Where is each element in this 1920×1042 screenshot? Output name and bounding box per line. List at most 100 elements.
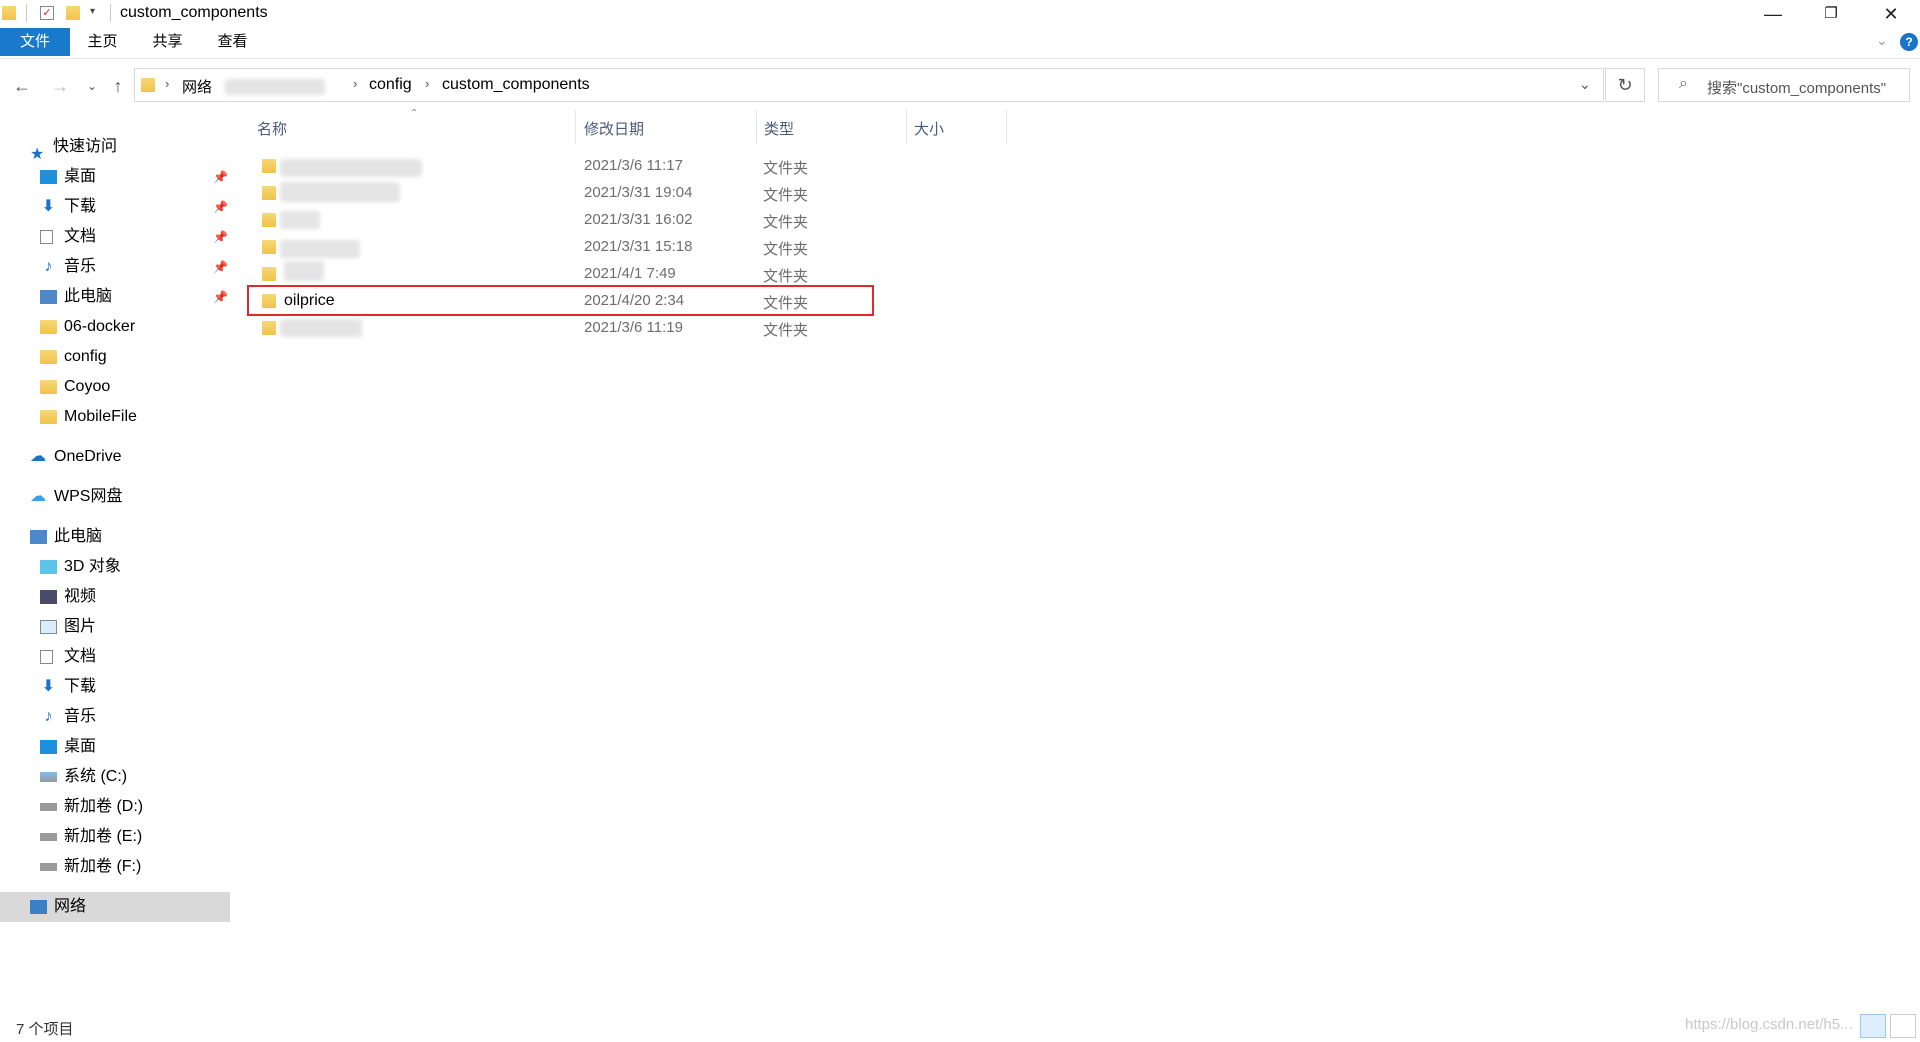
desktop-icon: [40, 739, 57, 754]
network-icon: [30, 899, 47, 914]
search-icon: ⌕: [1679, 75, 1688, 92]
folder-icon: [262, 213, 276, 227]
sidebar-item-desktop-pc[interactable]: 桌面: [40, 732, 96, 762]
sidebar-item-3d-objects[interactable]: 3D 对象: [40, 552, 121, 582]
search-placeholder: 搜索"custom_components": [1707, 80, 1887, 97]
sidebar-item-quick-access[interactable]: ★ 快速访问: [30, 132, 117, 163]
sidebar-item-wps[interactable]: ☁ WPS网盘: [30, 482, 122, 512]
refresh-button[interactable]: ↻: [1605, 68, 1645, 102]
chevron-right-icon[interactable]: ›: [165, 76, 169, 91]
music-icon: ♪: [44, 707, 53, 725]
file-row[interactable]: 2021/3/31 15:18 文件夹: [258, 234, 918, 261]
column-header-modified[interactable]: 修改日期: [584, 118, 644, 139]
sidebar-item-coyoo[interactable]: Coyoo: [40, 372, 110, 402]
3d-objects-icon: [40, 559, 57, 574]
document-icon: [40, 649, 53, 664]
sort-ascending-icon: ⌃: [410, 108, 419, 119]
chevron-right-icon[interactable]: ›: [353, 76, 357, 91]
chevron-down-icon[interactable]: ⌄: [1876, 32, 1888, 49]
pin-icon[interactable]: 📌: [213, 230, 228, 244]
window-title: custom_components: [120, 4, 268, 21]
sidebar-item-pictures[interactable]: 图片: [40, 612, 96, 642]
file-row[interactable]: 2021/3/6 11:19 文件夹: [258, 315, 918, 342]
sidebar-item-this-pc[interactable]: 此电脑: [30, 522, 102, 552]
sidebar-item-network[interactable]: 网络: [0, 892, 230, 922]
column-header-name[interactable]: 名称: [257, 118, 287, 139]
pin-icon[interactable]: 📌: [213, 290, 228, 304]
sidebar-item-drive-c[interactable]: 系统 (C:): [40, 762, 127, 792]
close-button[interactable]: ✕: [1862, 0, 1920, 28]
sidebar-item-documents[interactable]: 文档: [40, 222, 96, 252]
redacted-name: [280, 319, 362, 337]
large-icons-view-button[interactable]: [1890, 1014, 1916, 1038]
details-view-button[interactable]: [1860, 1014, 1886, 1038]
sidebar-item-downloads-pc[interactable]: ⬇ 下载: [40, 672, 96, 702]
drive-icon: [40, 832, 57, 841]
sidebar-item-desktop[interactable]: 桌面: [40, 162, 96, 192]
sidebar-item-downloads[interactable]: ⬇ 下载: [40, 192, 96, 222]
breadcrumb-custom-components[interactable]: custom_components: [442, 76, 590, 94]
new-folder-icon[interactable]: [66, 6, 80, 20]
file-type: 文件夹: [763, 160, 809, 177]
breadcrumb-config[interactable]: config: [369, 76, 412, 94]
chevron-right-icon[interactable]: ›: [425, 76, 429, 91]
address-bar[interactable]: › 网络 › config › custom_components ⌄: [134, 68, 1604, 102]
pin-icon[interactable]: 📌: [213, 200, 228, 214]
highlight-annotation: [247, 285, 874, 316]
address-dropdown-icon[interactable]: ⌄: [1579, 76, 1591, 93]
tab-file[interactable]: 文件: [0, 28, 70, 56]
folder-icon: [40, 349, 57, 364]
pin-icon[interactable]: 📌: [213, 260, 228, 274]
up-button[interactable]: ↑: [106, 74, 130, 98]
computer-icon: [30, 529, 47, 544]
folder-icon: [262, 186, 276, 200]
column-header-size[interactable]: 大小: [914, 118, 944, 139]
help-icon[interactable]: ?: [1900, 33, 1918, 51]
breadcrumb-network[interactable]: 网络: [182, 76, 212, 97]
file-modified: 2021/3/6 11:19: [584, 319, 683, 336]
sidebar-item-config[interactable]: config: [40, 342, 107, 372]
watermark: https://blog.csdn.net/h5...: [1685, 1016, 1853, 1033]
search-input[interactable]: ⌕ 搜索"custom_components": [1658, 68, 1910, 102]
column-divider[interactable]: [906, 110, 907, 144]
pin-icon[interactable]: 📌: [213, 170, 228, 184]
tab-view[interactable]: 查看: [200, 28, 265, 56]
sidebar-item-06-docker[interactable]: 06-docker: [40, 312, 135, 342]
recent-locations-button[interactable]: ⌄: [80, 74, 104, 98]
restore-button[interactable]: ❐: [1802, 0, 1860, 28]
column-divider[interactable]: [756, 110, 757, 144]
file-row[interactable]: 2021/3/6 11:17 文件夹: [258, 153, 918, 180]
sidebar-item-music-pc[interactable]: ♪ 音乐: [40, 702, 97, 732]
file-modified: 2021/3/31 19:04: [584, 184, 693, 201]
file-row[interactable]: 2021/4/1 7:49 文件夹: [258, 261, 918, 288]
column-header-type[interactable]: 类型: [764, 118, 794, 139]
sidebar-item-drive-d[interactable]: 新加卷 (D:): [40, 792, 143, 822]
sidebar-item-this-pc-quick[interactable]: 此电脑: [40, 282, 112, 312]
sidebar-item-mobilefile[interactable]: MobileFile: [40, 402, 137, 432]
sidebar-item-drive-f[interactable]: 新加卷 (F:): [40, 852, 141, 882]
sidebar-item-videos[interactable]: 视频: [40, 582, 96, 612]
redacted-path: [225, 79, 325, 95]
properties-icon[interactable]: ✓: [40, 6, 54, 20]
sidebar-item-documents-pc[interactable]: 文档: [40, 642, 96, 672]
tab-home[interactable]: 主页: [70, 28, 135, 56]
forward-button[interactable]: →: [48, 74, 72, 98]
file-type: 文件夹: [763, 268, 809, 285]
column-divider[interactable]: [1006, 110, 1007, 144]
sidebar-item-drive-e[interactable]: 新加卷 (E:): [40, 822, 142, 852]
back-button[interactable]: ←: [10, 74, 34, 98]
folder-icon: [141, 78, 155, 92]
navigation-pane: ★ 快速访问 桌面 📌 ⬇ 下载 📌 文档 📌 ♪ 音乐 📌 此电脑 📌 06-doc…: [0, 108, 232, 1018]
address-row: ← → ⌄ ↑ › 网络 › config › custom_component…: [0, 66, 1920, 106]
sidebar-item-onedrive[interactable]: ☁ OneDrive: [30, 442, 122, 472]
computer-icon: [40, 289, 57, 304]
sidebar-item-music[interactable]: ♪ 音乐: [40, 252, 97, 282]
file-modified: 2021/3/6 11:17: [584, 157, 683, 174]
quick-access-dropdown-icon[interactable]: ▾: [90, 6, 95, 17]
file-type: 文件夹: [763, 187, 809, 204]
column-divider[interactable]: [575, 110, 576, 144]
tab-share[interactable]: 共享: [135, 28, 200, 56]
file-row[interactable]: 2021/3/31 19:04 文件夹: [258, 180, 918, 207]
minimize-button[interactable]: —: [1744, 0, 1802, 28]
file-row[interactable]: 2021/3/31 16:02 文件夹: [258, 207, 918, 234]
